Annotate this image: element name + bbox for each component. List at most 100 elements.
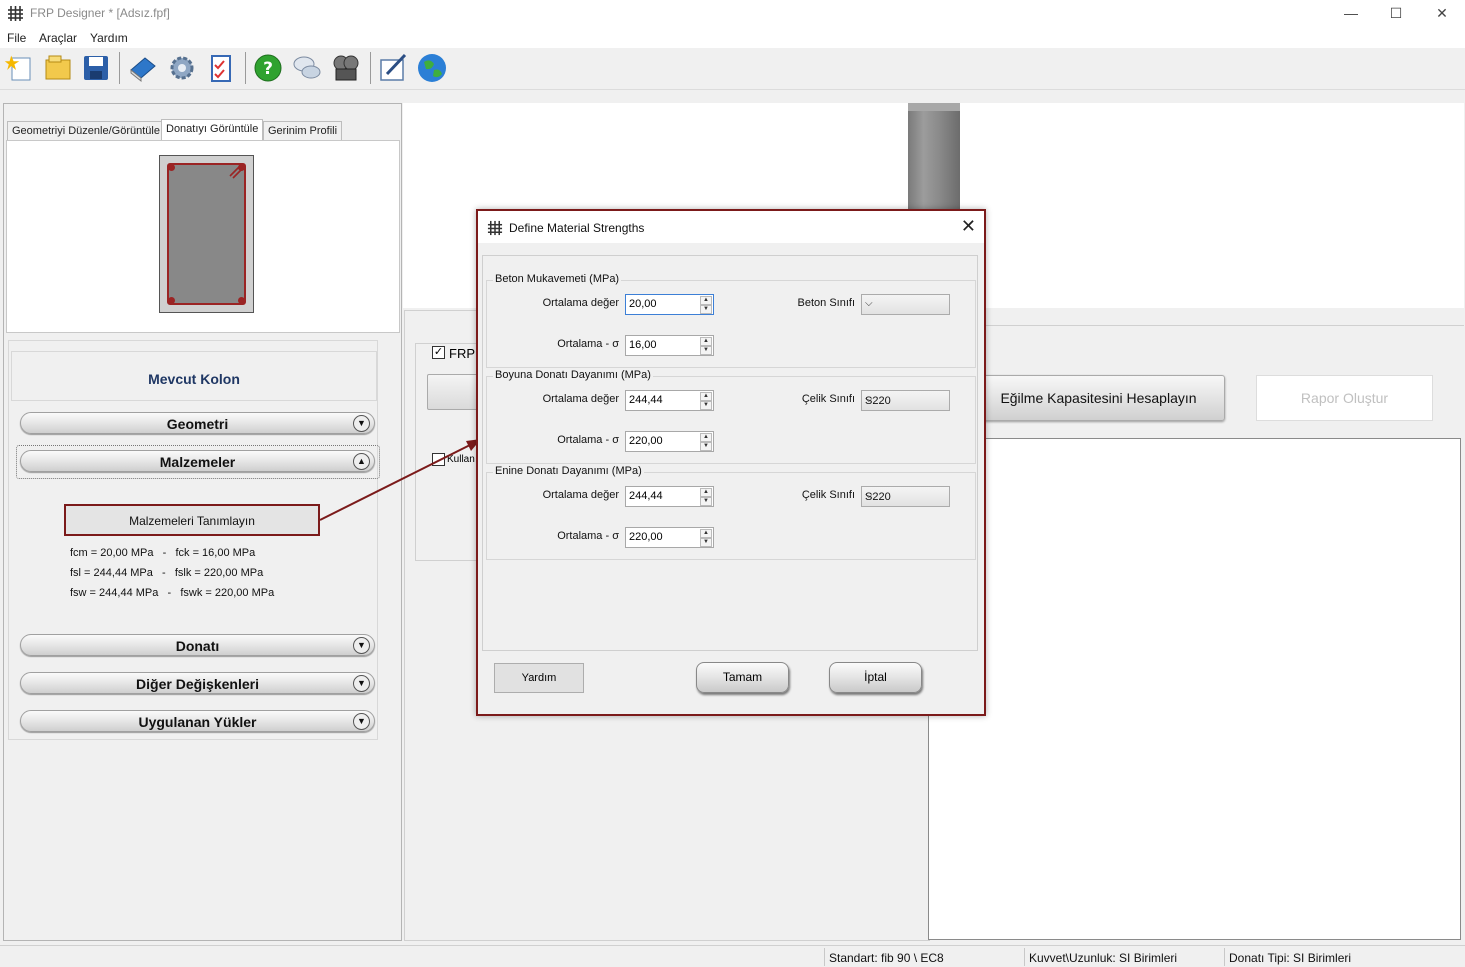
maximize-button[interactable]: ☐ [1373,0,1419,28]
transverse-sigma-input[interactable] [629,531,697,543]
status-separator [824,948,825,966]
chevron-up-icon[interactable]: ▲ [353,453,370,470]
transverse-sigma-spinner[interactable]: ▲ ▼ [625,527,714,548]
minimize-button[interactable]: — [1328,0,1374,28]
accordion-uygulanan-yukler[interactable]: Uygulanan Yükler ▼ [20,710,375,732]
group-title: Enine Donatı Dayanımı (MPa) [493,465,644,477]
concrete-mean-input[interactable] [629,298,697,310]
transverse-mean-input[interactable] [629,490,697,502]
status-separator [1024,948,1025,966]
calculate-capacity-label: Eğilme Kapasitesini Hesaplayın [1000,390,1197,406]
open-folder-icon[interactable] [42,52,74,84]
menu-araclar[interactable]: Araçlar [39,31,77,45]
concrete-class-select[interactable]: ⌵ [861,294,950,315]
rebar-dot [238,297,245,304]
window-title: FRP Designer * [Adsız.fpf] [30,6,170,20]
kullan-label: Kullan [447,454,475,465]
concrete-sigma-spinner[interactable]: ▲ ▼ [625,335,714,356]
globe-icon[interactable] [416,52,448,84]
toolbar-separator [370,52,371,84]
status-bar: Standart: fib 90 \ EC8 Kuvvet\Uzunluk: S… [0,945,1465,967]
dialog-help-button[interactable]: Yardım [494,663,584,693]
kullan-checkbox[interactable] [432,453,445,466]
tab-rebar-view[interactable]: Donatıyı Görüntüle [161,119,264,141]
spin-down-icon[interactable]: ▼ [700,538,712,547]
results-panel: Eğilme Kapasitesini Hesaplayın Rapor Olu… [928,325,1464,941]
status-standard: Standart: fib 90 \ EC8 [829,951,944,965]
rebar-dot [168,164,175,171]
book-icon[interactable] [127,52,159,84]
dialog-cancel-button[interactable]: İptal [829,662,922,693]
longitudinal-sigma-input[interactable] [629,435,697,447]
longitudinal-mean-spinner[interactable]: ▲ ▼ [625,390,714,411]
dialog-ok-button[interactable]: Tamam [696,662,789,693]
spin-up-icon[interactable]: ▲ [700,433,712,442]
spin-down-icon[interactable]: ▼ [700,497,712,506]
frp-checkbox-label: FRP [449,346,475,361]
mean-value-label: Ortalama değer [542,489,619,501]
title-bar: FRP Designer * [Adsız.fpf] — ☐ ✕ [0,0,1465,28]
settings-gear-icon[interactable] [166,52,198,84]
accordion-geometri[interactable]: Geometri ▼ [20,412,375,434]
save-icon[interactable] [80,52,112,84]
accordion-donati[interactable]: Donatı ▼ [20,634,375,656]
svg-text:?: ? [263,59,273,79]
mean-sigma-label: Ortalama - σ [557,434,619,446]
accordion-label: Donatı [175,638,220,654]
help-icon[interactable]: ? [252,52,284,84]
spin-up-icon[interactable]: ▲ [700,392,712,401]
tab-strain-profile[interactable]: Gerinim Profili [263,121,343,140]
toolbar-separator [245,52,246,84]
new-icon[interactable] [4,52,36,84]
section-title: Mevcut Kolon [148,371,240,387]
accordion-label: Geometri [166,416,229,432]
dialog-body: Beton Mukavemeti (MPa) Ortalama değer ▲ … [482,255,978,651]
create-report-button[interactable]: Rapor Oluştur [1256,375,1433,421]
spin-down-icon[interactable]: ▼ [700,401,712,410]
chevron-down-icon[interactable]: ▼ [353,415,370,432]
toolbar-separator [119,52,120,84]
chevron-down-icon[interactable]: ▼ [353,637,370,654]
spin-down-icon[interactable]: ▼ [700,442,712,451]
spin-down-icon[interactable]: ▼ [700,305,712,314]
chevron-down-icon[interactable]: ▼ [353,675,370,692]
frp-checkbox[interactable]: ✓ [432,346,445,359]
spin-up-icon[interactable]: ▲ [700,296,712,305]
chevron-down-icon[interactable]: ▼ [353,713,370,730]
stirrup-hook-icon [229,165,243,179]
concrete-strength-group: Beton Mukavemeti (MPa) Ortalama değer ▲ … [486,273,976,368]
close-button[interactable]: ✕ [1419,0,1465,28]
calculate-capacity-button[interactable]: Eğilme Kapasitesini Hesaplayın [972,375,1225,421]
spin-down-icon[interactable]: ▼ [700,346,712,355]
menu-file[interactable]: File [7,31,26,45]
results-output-area[interactable] [928,438,1461,940]
checklist-icon[interactable] [205,52,237,84]
define-materials-button[interactable]: Malzemeleri Tanımlayın [64,504,320,536]
chevron-down-icon: ⌵ [865,490,873,501]
transverse-steel-class-select[interactable]: S220 ⌵ [861,486,950,507]
parameters-panel: Mevcut Kolon Geometri ▼ Malzemeler ▲ Don… [8,340,380,740]
accordion-diger-degiskenleri[interactable]: Diğer Değişkenleri ▼ [20,672,375,694]
section-preview [6,140,400,333]
transverse-mean-spinner[interactable]: ▲ ▼ [625,486,714,507]
group-title: Boyuna Donatı Dayanımı (MPa) [493,369,653,381]
dialog-close-icon[interactable]: ✕ [961,216,976,237]
concrete-mean-spinner[interactable]: ▲ ▼ [625,294,714,315]
tab-geometry-edit[interactable]: Geometriyi Düzenle/Görüntüle [7,121,165,140]
longitudinal-sigma-spinner[interactable]: ▲ ▼ [625,431,714,452]
accordion-malzemeler[interactable]: Malzemeler ▲ [20,450,375,472]
spin-up-icon[interactable]: ▲ [700,337,712,346]
spin-up-icon[interactable]: ▲ [700,529,712,538]
materials-summary-line: fsw = 244,44 MPa - fswk = 220,00 MPa [70,587,275,599]
toolbar: ? [0,48,1465,90]
menu-yardim[interactable]: Yardım [90,31,128,45]
edit-note-icon[interactable] [377,52,409,84]
mean-sigma-label: Ortalama - σ [557,530,619,542]
spin-up-icon[interactable]: ▲ [700,488,712,497]
chat-icon[interactable] [291,52,323,84]
longitudinal-mean-input[interactable] [629,394,697,406]
concrete-sigma-input[interactable] [629,339,697,351]
create-report-label: Rapor Oluştur [1300,390,1389,406]
film-icon[interactable] [330,52,362,84]
longitudinal-steel-class-select[interactable]: S220 ⌵ [861,390,950,411]
